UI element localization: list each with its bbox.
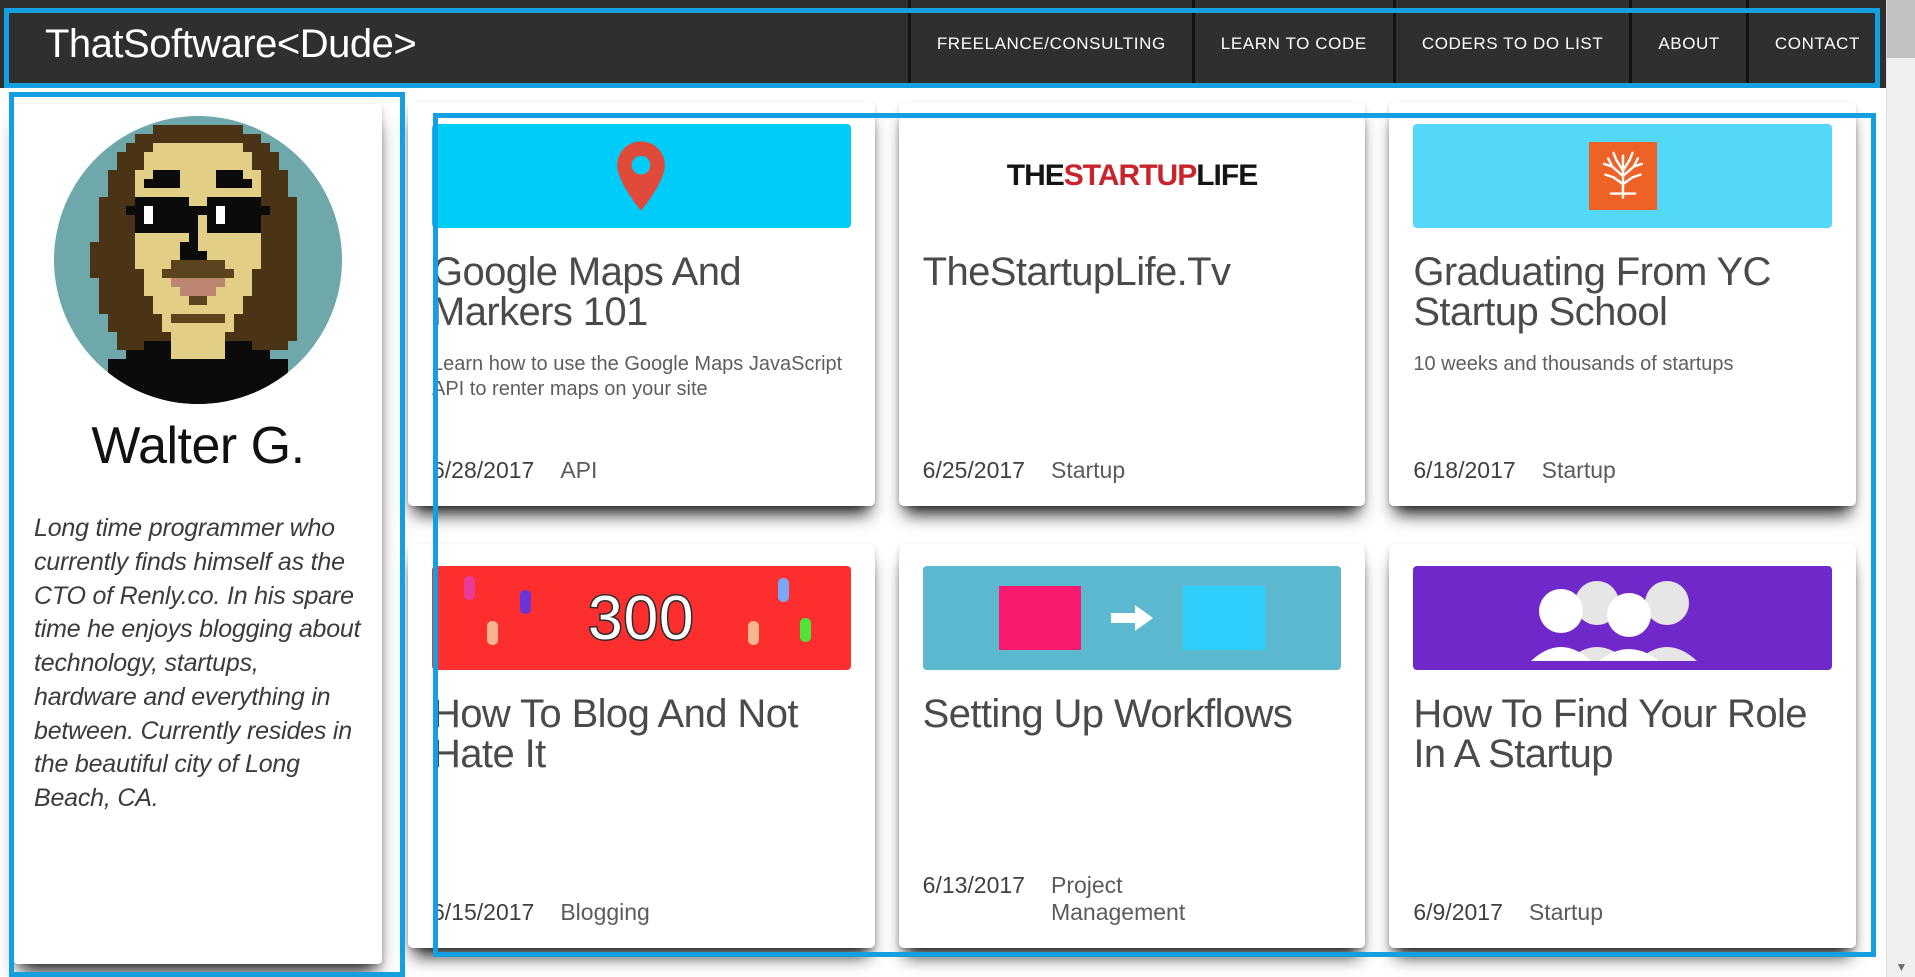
nav-item-about[interactable]: ABOUT [1629,0,1746,88]
profile-name: Walter G. [91,417,305,475]
post-banner-map-marker [432,124,851,228]
brand-logo[interactable]: ThatSoftware<Dude> [0,0,835,88]
page-root: ThatSoftware<Dude> FREELANCE/CONSULTING … [0,0,1915,977]
logo-part-the: THE [1006,159,1065,192]
posts-grid: Google Maps And Markers 101 Learn how to… [382,102,1886,948]
confetti-piece [747,621,759,645]
post-description: Learn how to use the Google Maps JavaScr… [432,353,843,400]
post-banner-yc-tree-logo [1413,124,1832,228]
profile-bio: Long time programmer who currently finds… [34,514,361,812]
confetti-piece [777,578,789,602]
content-area: Walter G. Long time programmer who curre… [0,88,1886,977]
brand-title: ThatSoftware<Dude> [45,21,417,66]
confetti-piece [520,590,531,614]
post-category: Project Management [1050,872,1186,925]
post-card[interactable]: Google Maps And Markers 101 Learn how to… [408,102,875,506]
post-card[interactable]: THESTARTUPLIFE TheStartupLife.Tv 6/25/20… [898,102,1366,506]
pixel-avatar-icon [54,116,342,404]
confetti-piece [799,618,811,642]
site-header: ThatSoftware<Dude> FREELANCE/CONSULTING … [0,0,1886,88]
post-title: Setting Up Workflows [922,692,1293,736]
arrow-right-icon [1110,605,1153,631]
workflow-diagram-icon [998,586,1265,650]
nav-item-coders-to-do-list[interactable]: CODERS TO DO LIST [1392,0,1630,88]
post-banner-confetti-300: 300 [432,566,851,670]
post-card[interactable]: Graduating From YC Startup School 10 wee… [1389,102,1856,506]
yc-tree-icon [1588,142,1657,210]
post-meta: 6/18/2017 Startup [1413,457,1832,484]
post-meta: 6/15/2017 Blogging [432,899,851,926]
post-meta: 6/9/2017 Startup [1413,899,1832,926]
post-date: 6/9/2017 [1413,899,1503,925]
map-marker-icon [617,141,666,211]
post-title: How To Find Your Role In A Startup [1413,692,1807,776]
post-category: Startup [1050,457,1126,483]
post-card[interactable]: 300 How To Blog And Not Hate It 6/15/201… [408,544,875,948]
post-meta: 6/25/2017 Startup [923,457,1342,484]
profile-sidebar: Walter G. Long time programmer who curre… [14,104,382,964]
post-date: 6/15/2017 [432,899,535,925]
logo-part-startup: STARTUP [1063,159,1197,192]
post-category: Blogging [560,899,650,925]
post-date: 6/18/2017 [1413,457,1516,483]
post-banner-workflow-arrow [922,566,1342,670]
logo-part-life: LIFE [1196,159,1258,192]
post-banner-startup-life-logo: THESTARTUPLIFE [923,124,1342,228]
post-category: API [560,457,598,483]
nav-item-learn-to-code[interactable]: LEARN TO CODE [1191,0,1393,88]
post-title: TheStartupLife.Tv [922,250,1231,294]
vertical-scrollbar[interactable]: ▼ [1886,0,1915,977]
post-date: 6/25/2017 [922,457,1025,483]
nav-item-freelance-consulting[interactable]: FREELANCE/CONSULTING [907,0,1192,88]
scroll-down-arrow-icon[interactable]: ▼ [1887,961,1915,973]
post-title: Graduating From YC Startup School [1413,250,1771,334]
post-description: 10 weeks and thousands of startups [1413,353,1734,375]
post-date: 6/28/2017 [432,457,535,483]
banner-number-300: 300 [587,582,695,654]
workflow-source-square [998,586,1081,650]
post-title: Google Maps And Markers 101 [432,250,742,334]
post-category: Startup [1541,457,1616,483]
post-title: How To Blog And Not Hate It [432,692,798,776]
post-banner-people-group [1413,566,1832,670]
nav-item-contact[interactable]: CONTACT [1745,0,1886,88]
post-card[interactable]: Setting Up Workflows 6/13/2017 Project M… [898,544,1366,948]
workflow-target-square [1182,586,1265,650]
post-category: Startup [1528,899,1604,925]
main-navigation: FREELANCE/CONSULTING LEARN TO CODE CODER… [835,0,1886,88]
scrollbar-thumb[interactable] [1887,0,1915,58]
startup-life-logo-icon: THESTARTUPLIFE [1006,159,1258,193]
people-group-icon [1530,581,1697,661]
post-date: 6/13/2017 [922,872,1025,898]
post-meta: 6/13/2017 Project Management [923,872,1342,926]
confetti-piece [464,576,475,600]
confetti-piece [487,621,498,645]
post-card[interactable]: How To Find Your Role In A Startup 6/9/2… [1389,544,1856,948]
post-meta: 6/28/2017 API [432,457,851,484]
